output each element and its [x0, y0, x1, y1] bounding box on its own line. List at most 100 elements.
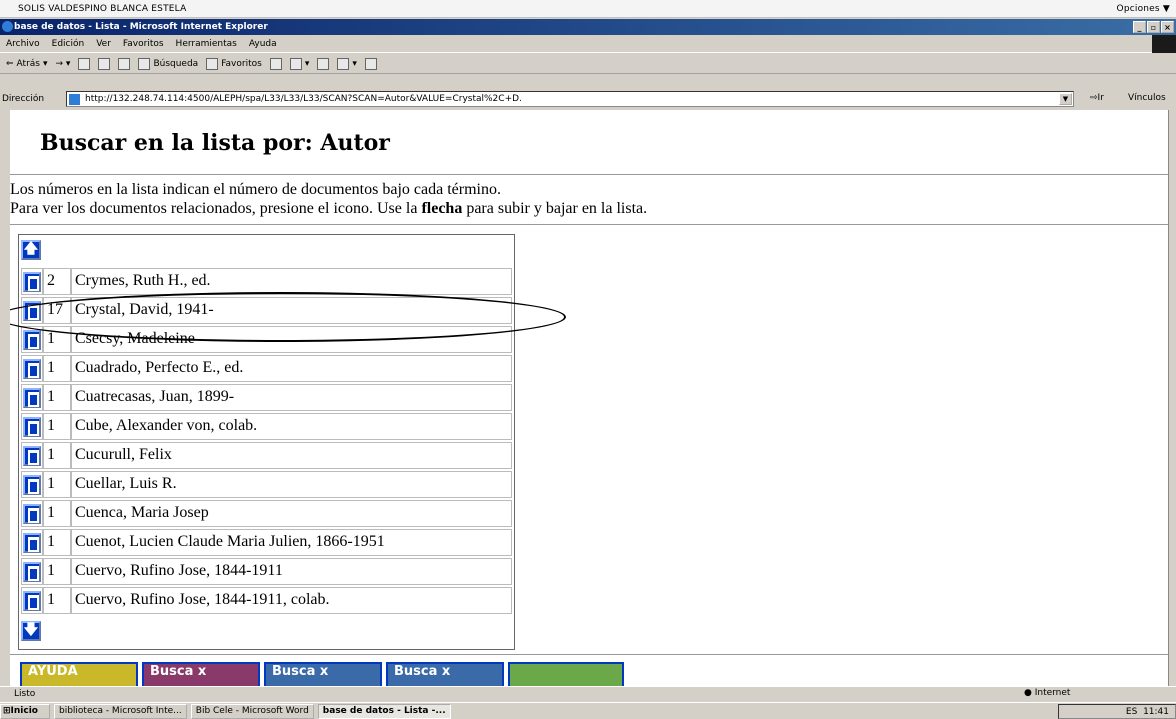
document-count: 1	[43, 529, 71, 556]
list-item: 1 Cuenca, Maria Josep	[21, 500, 512, 527]
vertical-scrollbar[interactable]	[1168, 110, 1176, 686]
document-icon-button[interactable]	[21, 500, 43, 527]
document-icon-button[interactable]	[21, 587, 43, 614]
list-item: 1 Cube, Alexander von, colab.	[21, 413, 512, 440]
back-button[interactable]: ⇐ Atrás ▾	[6, 59, 48, 69]
menu-ayuda[interactable]: Ayuda	[249, 39, 277, 49]
document-icon	[23, 561, 41, 582]
ie-icon	[2, 21, 13, 32]
list-item: 1 Csecsy, Madeleine	[21, 326, 512, 353]
list-item: 17 Crystal, David, 1941-	[21, 297, 512, 324]
intro-line-2-bold: flecha	[421, 200, 463, 217]
document-icon	[23, 445, 41, 466]
author-name[interactable]: Crymes, Ruth H., ed.	[71, 268, 512, 295]
language-indicator[interactable]: ES	[1126, 707, 1137, 717]
list-item: 1 Cuervo, Rufino Jose, 1844-1911	[21, 558, 512, 585]
favorites-button[interactable]: Favoritos	[206, 57, 262, 70]
menu-edicion[interactable]: Edición	[52, 39, 85, 49]
history-button[interactable]	[269, 57, 282, 70]
scroll-down-arrow-icon[interactable]: 🡇	[21, 621, 41, 641]
search-button-2[interactable]: Busca x	[264, 662, 382, 686]
intro-line-1: Los números en la lista indican el númer…	[10, 181, 501, 198]
author-name[interactable]: Cube, Alexander von, colab.	[71, 413, 512, 440]
author-name[interactable]: Cuellar, Luis R.	[71, 471, 512, 498]
document-count: 2	[43, 268, 71, 295]
taskbar-item-biblioteca[interactable]: biblioteca - Microsoft Inte...	[54, 703, 187, 719]
edit-button[interactable]: ▾	[337, 57, 357, 70]
taskbar-item-word[interactable]: Bib Cele - Microsoft Word	[190, 703, 314, 719]
address-input[interactable]: http://132.248.74.114:4500/ALEPH/spa/L33…	[66, 91, 1074, 107]
user-name: SOLIS VALDESPINO BLANCA ESTELA	[18, 3, 187, 14]
list-item: 2 Crymes, Ruth H., ed.	[21, 268, 512, 295]
author-name[interactable]: Cuadrado, Perfecto E., ed.	[71, 355, 512, 382]
status-bar: Listo ● Internet	[0, 686, 1176, 700]
home-button[interactable]	[118, 57, 131, 70]
links-button[interactable]: Vínculos	[1128, 93, 1166, 103]
document-icon	[23, 300, 41, 321]
taskbar-item-lista[interactable]: base de datos - Lista -...	[317, 703, 451, 719]
discuss-icon	[364, 57, 377, 70]
document-count: 1	[43, 587, 71, 614]
menu-herramientas[interactable]: Herramientas	[176, 39, 237, 49]
user-strip: SOLIS VALDESPINO BLANCA ESTELA Opciones …	[0, 0, 1176, 18]
author-name[interactable]: Csecsy, Madeleine	[71, 326, 512, 353]
author-name[interactable]: Cuervo, Rufino Jose, 1844-1911	[71, 558, 512, 585]
author-name[interactable]: Cuervo, Rufino Jose, 1844-1911, colab.	[71, 587, 512, 614]
list-item: 1 Cucurull, Felix	[21, 442, 512, 469]
minimize-button[interactable]: _	[1133, 21, 1146, 33]
favorites-label: Favoritos	[221, 58, 262, 69]
author-name[interactable]: Cucurull, Felix	[71, 442, 512, 469]
author-name[interactable]: Cuenca, Maria Josep	[71, 500, 512, 527]
forward-button[interactable]: → ▾	[56, 59, 71, 69]
menu-favoritos[interactable]: Favoritos	[123, 39, 164, 49]
discuss-button[interactable]	[364, 57, 377, 70]
help-button[interactable]: AYUDA	[20, 662, 138, 686]
close-button[interactable]: ×	[1161, 21, 1174, 33]
document-icon-button[interactable]	[21, 268, 43, 295]
start-label: Inicio	[10, 706, 38, 716]
document-count: 1	[43, 558, 71, 585]
list-item: 1 Cuadrado, Perfecto E., ed.	[21, 355, 512, 382]
author-list: 🡅 🡇 2 Crymes, Ruth H., ed. 17 Crystal, Davi…	[18, 234, 515, 650]
scroll-up-arrow-icon[interactable]: 🡅	[21, 240, 41, 260]
menu-ver[interactable]: Ver	[96, 39, 111, 49]
refresh-button[interactable]	[98, 57, 111, 70]
edit-icon	[337, 57, 350, 70]
search-button-3[interactable]: Busca x	[386, 662, 504, 686]
windows-flag-icon	[1152, 35, 1176, 53]
document-icon-button[interactable]	[21, 297, 43, 324]
document-icon-button[interactable]	[21, 355, 43, 382]
page-heading: Buscar en la lista por: Autor	[40, 130, 390, 156]
go-button[interactable]: ⇨Ir	[1090, 93, 1104, 103]
document-icon	[23, 358, 41, 379]
refresh-icon	[98, 57, 111, 70]
print-button[interactable]	[317, 57, 330, 70]
author-name[interactable]: Crystal, David, 1941-	[71, 297, 512, 324]
search-button[interactable]: Búsqueda	[138, 57, 198, 70]
menu-archivo[interactable]: Archivo	[6, 39, 40, 49]
document-icon-button[interactable]	[21, 529, 43, 556]
document-icon-button[interactable]	[21, 326, 43, 353]
options-menu[interactable]: Opciones ▼	[1117, 4, 1170, 14]
go-label: Ir	[1097, 93, 1104, 103]
document-icon-button[interactable]	[21, 558, 43, 585]
address-dropdown-icon[interactable]: ▼	[1059, 93, 1072, 105]
document-icon-button[interactable]	[21, 442, 43, 469]
start-button[interactable]: ⊞ Inicio	[0, 703, 50, 719]
search-button-1[interactable]: Busca x	[142, 662, 260, 686]
maximize-button[interactable]: ▫	[1147, 21, 1160, 33]
stop-button[interactable]	[78, 57, 91, 70]
exit-button[interactable]	[508, 662, 624, 686]
author-name[interactable]: Cuatrecasas, Juan, 1899-	[71, 384, 512, 411]
document-icon-button[interactable]	[21, 413, 43, 440]
author-name[interactable]: Cuenot, Lucien Claude Maria Julien, 1866…	[71, 529, 512, 556]
mail-button[interactable]: ▾	[289, 57, 309, 70]
document-icon-button[interactable]	[21, 384, 43, 411]
document-icon-button[interactable]	[21, 471, 43, 498]
intro-text: Los números en la lista indican el númer…	[10, 180, 647, 218]
document-count: 1	[43, 471, 71, 498]
window-title: base de datos - Lista - Microsoft Intern…	[14, 22, 268, 32]
document-icon	[23, 590, 41, 611]
standard-toolbar: ⇐ Atrás ▾ → ▾ Búsqueda Favoritos ▾ ▾	[0, 54, 1176, 74]
address-label: Dirección	[2, 94, 45, 104]
